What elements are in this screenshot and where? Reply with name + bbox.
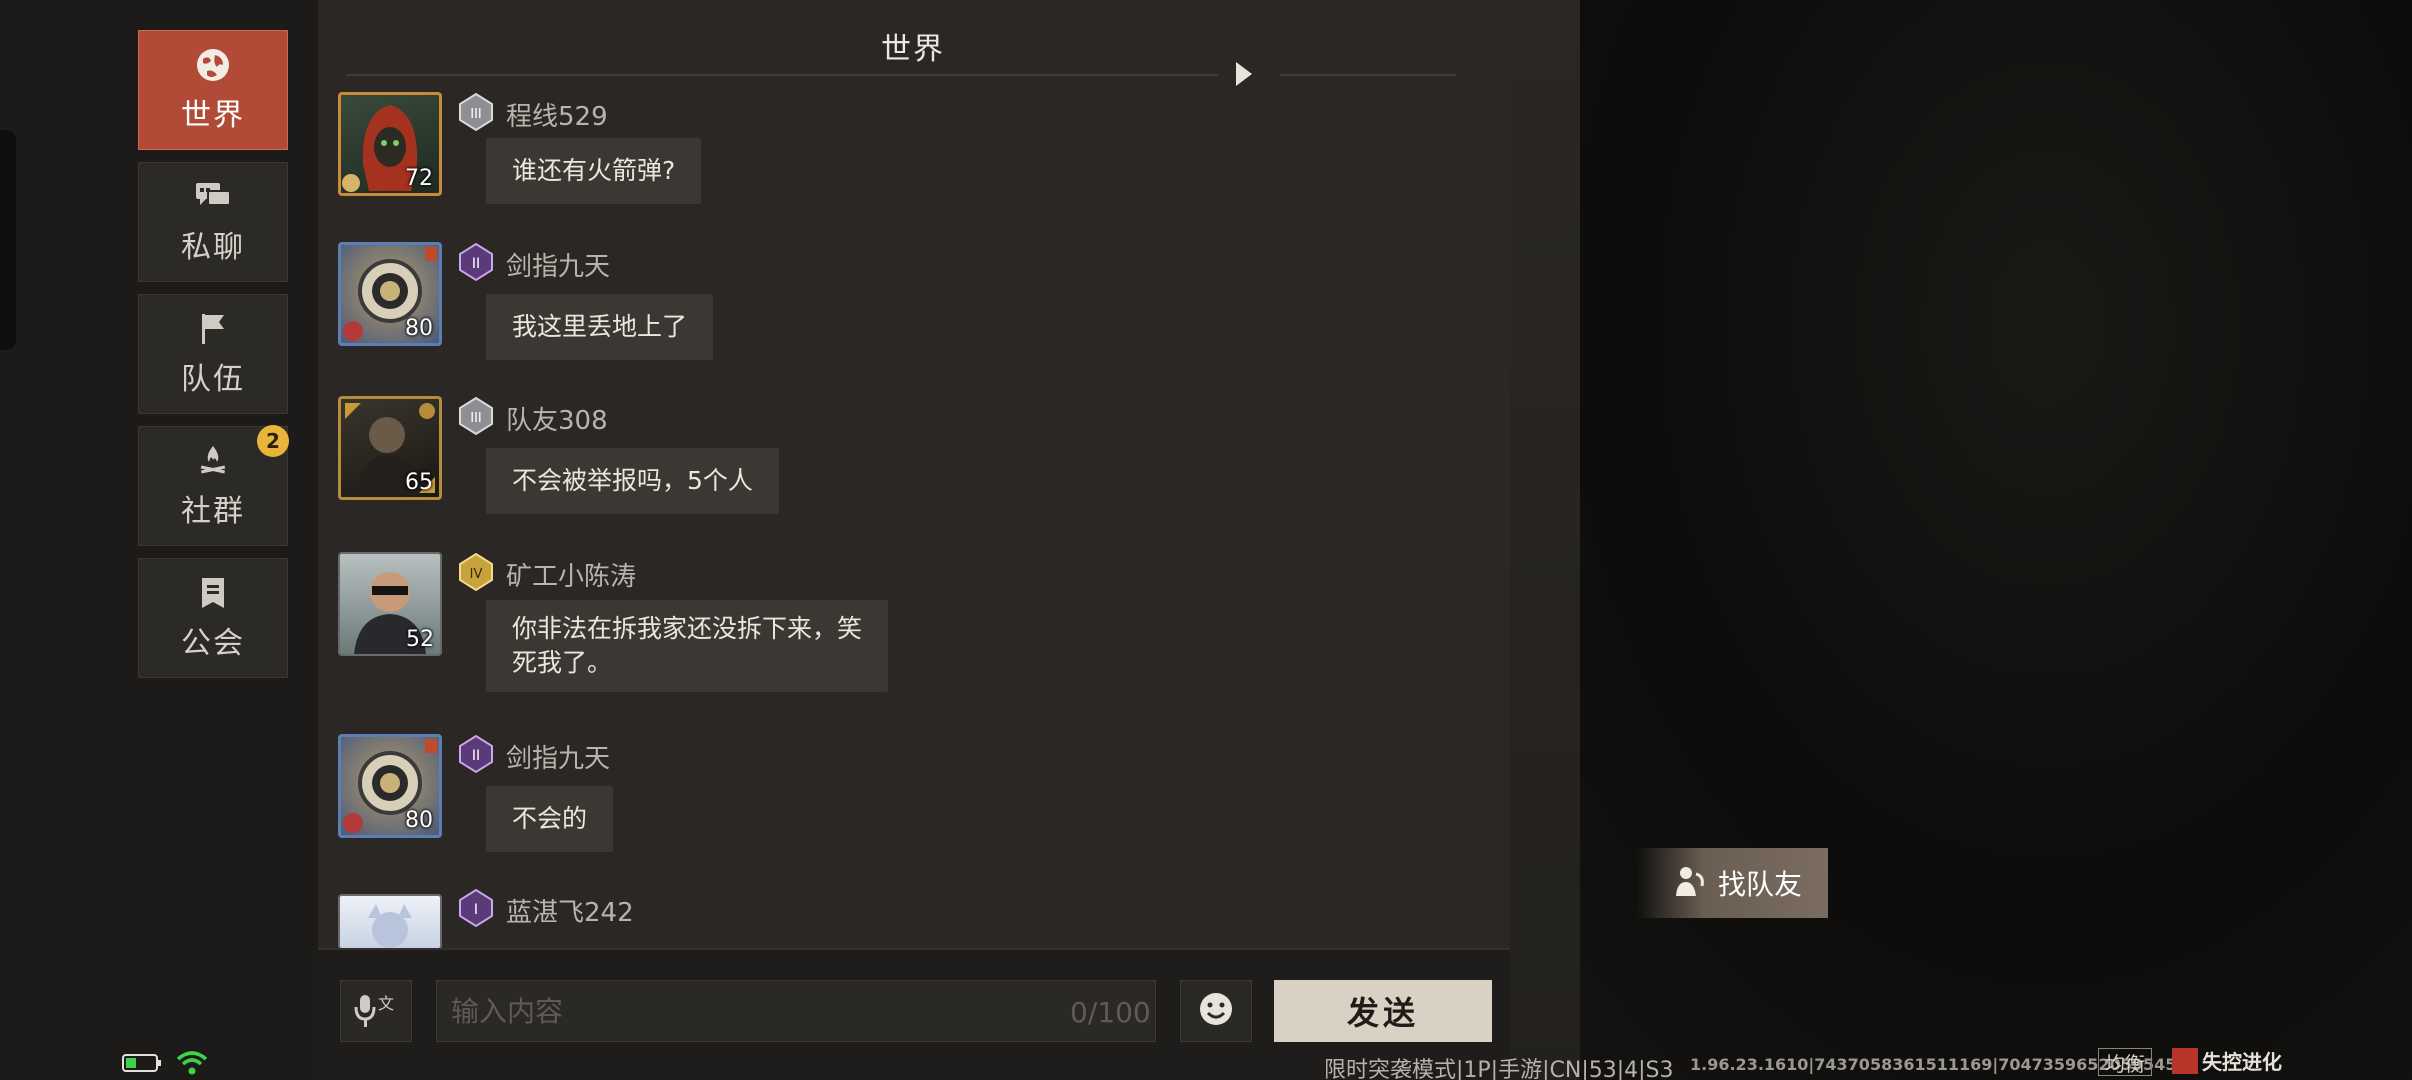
smiley-icon <box>1198 991 1234 1031</box>
player-level: 65 <box>405 470 433 495</box>
player-name[interactable]: 剑指九天 <box>506 738 610 775</box>
player-level: 52 <box>406 627 434 652</box>
svg-text:II: II <box>472 256 480 272</box>
message-bubble: 你非法在拆我家还没拆下来，笑 死我了。 <box>486 600 889 692</box>
chat-bubbles-icon <box>194 178 232 216</box>
rank-badge-icon: III <box>456 396 496 436</box>
svg-text:文: 文 <box>378 994 394 1013</box>
rank-badge-icon: I <box>456 888 496 928</box>
rank-badge-icon: IV <box>456 552 496 592</box>
collapse-panel-button[interactable] <box>1218 0 1280 150</box>
tab-community[interactable]: 2 社群 <box>138 425 289 546</box>
chat-panel: 世界 72 III 程线529 谁还有火箭弹? 80 II 剑指九天 我这里丢地… <box>318 0 1828 1080</box>
svg-text:IV: IV <box>470 567 483 582</box>
svg-text:III: III <box>470 107 482 122</box>
find-teammates-button[interactable]: 找队友 <box>1636 848 1828 918</box>
svg-text:III: III <box>470 411 482 426</box>
player-photo-icon <box>368 904 412 948</box>
message-bubble: 不会的 <box>486 786 614 852</box>
tab-team[interactable]: 队伍 <box>138 294 288 414</box>
header-divider <box>346 74 1456 76</box>
player-level: 72 <box>405 166 433 191</box>
microphone-text-icon: 文 <box>354 989 398 1033</box>
flag-icon <box>194 310 232 348</box>
message-line: 你非法在拆我家还没拆下来，笑 <box>512 614 863 643</box>
guild-banner-icon <box>194 574 232 612</box>
arrow-right-icon <box>1236 62 1252 86</box>
logo-text: 失控进化 <box>2202 1050 2282 1074</box>
battery-icon <box>122 1053 162 1077</box>
find-teammates-label: 找队友 <box>1717 868 1802 901</box>
tab-label: 世界 <box>181 98 245 133</box>
message-line: 死我了。 <box>512 648 613 677</box>
player-level: 80 <box>405 808 433 833</box>
game-background <box>1500 0 2412 1080</box>
balance-tag: 均衡 <box>2098 1048 2152 1076</box>
device-status <box>122 1050 208 1080</box>
tab-world[interactable]: 世界 <box>138 30 288 150</box>
player-name[interactable]: 队友308 <box>506 400 608 437</box>
rank-badge-icon: III <box>456 92 496 132</box>
headset-icon <box>1674 864 1708 902</box>
avatar[interactable]: 80 <box>338 734 442 838</box>
chat-message-input[interactable] <box>436 980 1156 1042</box>
player-name[interactable]: 蓝湛飞242 <box>506 892 634 929</box>
tab-label: 私聊 <box>181 230 245 265</box>
player-name[interactable]: 剑指九天 <box>506 246 610 283</box>
avatar[interactable] <box>338 894 442 950</box>
tab-label: 公会 <box>181 626 245 661</box>
campfire-icon <box>194 442 232 480</box>
player-name[interactable]: 矿工小陈涛 <box>506 556 636 593</box>
send-button[interactable]: 发送 <box>1274 980 1492 1042</box>
player-name[interactable]: 程线529 <box>506 96 608 133</box>
tab-private-chat[interactable]: 私聊 <box>138 162 288 282</box>
voice-to-text-button[interactable]: 文 <box>340 980 412 1042</box>
channel-title: 世界 <box>881 32 945 67</box>
game-logo: 失控进化 <box>2172 1046 2282 1075</box>
player-level: 80 <box>405 316 433 341</box>
logo-mark-icon <box>2172 1047 2198 1074</box>
wifi-icon <box>176 1050 208 1080</box>
tab-label: 社群 <box>181 494 245 529</box>
tab-guild[interactable]: 公会 <box>138 558 288 678</box>
rank-badge-icon: II <box>456 242 496 282</box>
rank-badge-icon: II <box>456 734 496 774</box>
match-mode-info: 限时突袭模式|1P|手游|CN|53|4|S3 <box>1324 1058 1674 1080</box>
emoji-button[interactable] <box>1180 980 1252 1042</box>
edge-handle[interactable] <box>0 130 16 350</box>
globe-icon <box>194 46 232 84</box>
tab-label: 队伍 <box>181 362 245 397</box>
svg-text:I: I <box>474 902 478 918</box>
message-bubble: 不会被举报吗，5个人 <box>486 448 779 514</box>
avatar[interactable]: 80 <box>338 242 442 346</box>
avatar[interactable]: 52 <box>338 552 442 656</box>
avatar[interactable]: 65 <box>338 396 442 500</box>
channel-sidebar: 世界 私聊 队伍 2 社群 公会 <box>0 0 318 1080</box>
svg-text:II: II <box>472 748 480 764</box>
chat-header: 世界 <box>318 0 1510 76</box>
message-bubble: 谁还有火箭弹? <box>486 138 702 204</box>
character-counter: 0/100 <box>1070 996 1151 1029</box>
unread-badge: 2 <box>257 425 289 457</box>
avatar[interactable]: 72 <box>338 92 442 196</box>
message-bubble: 我这里丢地上了 <box>486 294 714 360</box>
